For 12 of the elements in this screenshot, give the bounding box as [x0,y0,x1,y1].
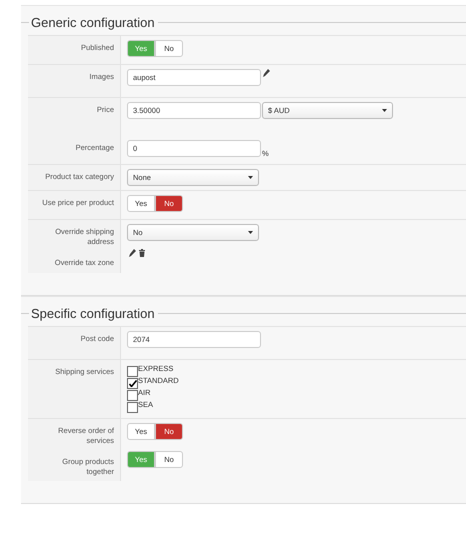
pencil-icon[interactable] [263,69,271,77]
checkbox[interactable] [127,402,138,413]
caret-icon [248,231,253,234]
checkbox[interactable] [127,390,138,401]
checkbox[interactable] [127,378,138,389]
pencil-icon[interactable] [129,249,137,257]
checkbox[interactable] [127,366,138,377]
section-title: Specific configuration [30,306,156,320]
caret-icon [248,176,253,179]
caret-icon [382,109,387,112]
trash-icon[interactable] [139,249,145,257]
section-title: Generic configuration [30,14,156,30]
